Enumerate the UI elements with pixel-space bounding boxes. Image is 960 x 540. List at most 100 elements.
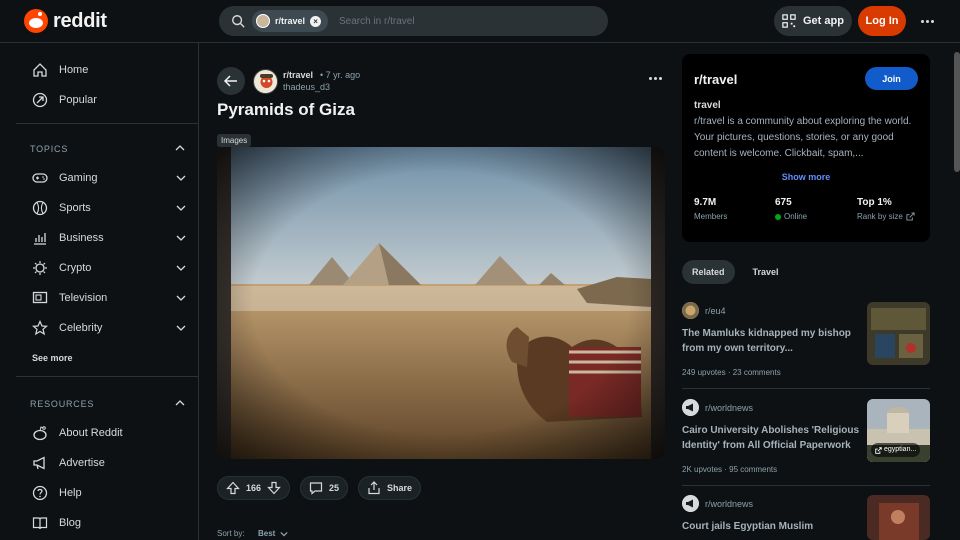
sidebar-item-blog[interactable]: Blog bbox=[32, 509, 192, 537]
rank-label: Rank by size bbox=[857, 212, 903, 221]
sidebar-item-popular[interactable]: Popular bbox=[32, 86, 192, 114]
sidebar-item-gaming[interactable]: Gaming bbox=[32, 164, 192, 192]
top-bar: reddit r/travel × Search in r/travel Get… bbox=[0, 0, 960, 43]
related-post[interactable]: r/worldnews Court jails Egyptian Muslim bbox=[682, 495, 930, 540]
chevron-down-icon[interactable] bbox=[176, 173, 186, 183]
see-more-link[interactable]: See more bbox=[32, 353, 73, 363]
show-more-button[interactable]: Show more bbox=[682, 172, 930, 182]
post-time: • 7 yr. ago bbox=[320, 70, 361, 80]
comment-count: 25 bbox=[329, 483, 340, 493]
chevron-down-icon[interactable] bbox=[176, 203, 186, 213]
get-app-button[interactable]: Get app bbox=[774, 6, 852, 36]
related-meta: 249 upvotes · 23 comments bbox=[682, 368, 781, 377]
resources-heading: RESOURCES bbox=[30, 399, 95, 409]
home-icon bbox=[33, 63, 47, 77]
sidebar-item-crypto[interactable]: Crypto bbox=[32, 254, 192, 282]
megaphone-icon bbox=[33, 456, 45, 470]
search-scope-chip[interactable]: r/travel × bbox=[252, 10, 329, 32]
subreddit-link[interactable]: r/travel bbox=[283, 70, 313, 80]
sidebar-item-business[interactable]: Business bbox=[32, 224, 192, 252]
chevron-down-icon[interactable] bbox=[176, 263, 186, 273]
search-bar[interactable]: r/travel × Search in r/travel bbox=[219, 6, 608, 36]
comments-button[interactable]: 25 bbox=[300, 476, 349, 500]
subreddit-avatar[interactable] bbox=[253, 69, 278, 94]
related-subreddit[interactable]: r/worldnews bbox=[705, 403, 753, 413]
related-subreddit[interactable]: r/worldnews bbox=[705, 499, 753, 509]
post-author[interactable]: thadeus_d3 bbox=[283, 82, 330, 92]
members-stat: 9.7M Members bbox=[694, 197, 727, 221]
post-flair[interactable]: Images bbox=[217, 134, 252, 147]
post-image[interactable] bbox=[217, 147, 665, 459]
search-chip-label: r/travel bbox=[275, 16, 306, 26]
related-post[interactable]: r/eu4 The Mamluks kidnapped my bishop fr… bbox=[682, 302, 930, 388]
online-dot-icon bbox=[775, 213, 781, 220]
rank-stat[interactable]: Top 1% Rank by size bbox=[857, 197, 915, 221]
sidebar-item-celebrity[interactable]: Celebrity bbox=[32, 314, 192, 342]
tab-related[interactable]: Related bbox=[682, 260, 735, 284]
related-post[interactable]: r/worldnews Cairo University Abolishes '… bbox=[682, 399, 930, 483]
related-divider bbox=[682, 388, 930, 389]
reddit-icon bbox=[33, 426, 47, 441]
scrollbar[interactable] bbox=[954, 52, 960, 172]
share-icon bbox=[368, 481, 380, 495]
login-button[interactable]: Log In bbox=[858, 6, 906, 36]
related-divider bbox=[682, 485, 930, 486]
sidebar-item-label: Gaming bbox=[59, 172, 98, 184]
downvote-icon[interactable] bbox=[267, 481, 281, 495]
related-subreddit[interactable]: r/eu4 bbox=[705, 306, 726, 316]
sidebar-item-label: Help bbox=[59, 487, 82, 499]
share-button[interactable]: Share bbox=[358, 476, 422, 500]
online-stat: 675 Online bbox=[775, 197, 807, 221]
related-thumbnail[interactable] bbox=[867, 495, 930, 540]
external-link-icon bbox=[875, 446, 882, 454]
chevron-down-icon[interactable] bbox=[176, 323, 186, 333]
sidebar-item-television[interactable]: Television bbox=[32, 284, 192, 312]
star-icon bbox=[32, 320, 48, 336]
sidebar-item-help[interactable]: Help bbox=[32, 479, 192, 507]
members-value: 9.7M bbox=[694, 197, 717, 208]
chevron-down-icon[interactable] bbox=[176, 233, 186, 243]
related-title[interactable]: Cairo University Abolishes 'Religious Id… bbox=[682, 423, 860, 453]
sidebar-item-advertise[interactable]: Advertise bbox=[32, 449, 192, 477]
join-button[interactable]: Join bbox=[865, 67, 918, 90]
chevron-down-icon[interactable] bbox=[280, 530, 288, 538]
game-screenshot-image bbox=[867, 302, 930, 365]
upvote-icon[interactable] bbox=[226, 481, 240, 495]
sidebar-item-label: Sports bbox=[59, 202, 91, 214]
related-title[interactable]: The Mamluks kidnapped my bishop from my … bbox=[682, 326, 860, 356]
sort-dropdown[interactable]: Best bbox=[258, 529, 275, 538]
help-icon bbox=[32, 485, 48, 501]
related-thumbnail[interactable]: egyptian... bbox=[867, 399, 930, 462]
sidebar-divider bbox=[16, 123, 199, 124]
community-name[interactable]: r/travel bbox=[694, 72, 737, 87]
get-app-label: Get app bbox=[803, 15, 844, 27]
sidebar-item-about-reddit[interactable]: About Reddit bbox=[32, 419, 192, 447]
sports-ball-icon bbox=[32, 200, 48, 216]
sidebar-item-label: Advertise bbox=[59, 457, 105, 469]
related-thumbnail[interactable] bbox=[867, 302, 930, 365]
link-badge: egyptian... bbox=[871, 443, 921, 457]
post-options-icon[interactable] bbox=[649, 77, 662, 80]
sidebar-item-home[interactable]: Home bbox=[32, 56, 192, 84]
search-icon bbox=[232, 15, 245, 28]
tab-travel[interactable]: Travel bbox=[743, 260, 789, 284]
reddit-logo[interactable]: reddit bbox=[24, 9, 107, 33]
chevron-down-icon[interactable] bbox=[176, 293, 186, 303]
tv-icon bbox=[32, 291, 48, 304]
more-options-icon[interactable] bbox=[917, 14, 937, 28]
sidebar-item-label: About Reddit bbox=[59, 427, 123, 439]
logo-text: reddit bbox=[53, 9, 107, 32]
book-icon bbox=[32, 517, 48, 530]
chevron-up-icon[interactable] bbox=[175, 398, 185, 408]
back-button[interactable] bbox=[217, 67, 245, 95]
search-input[interactable]: Search in r/travel bbox=[339, 16, 415, 27]
online-value: 675 bbox=[775, 197, 792, 208]
chevron-up-icon[interactable] bbox=[175, 143, 185, 153]
share-label: Share bbox=[387, 483, 413, 493]
close-icon[interactable]: × bbox=[310, 15, 322, 27]
sidebar-item-sports[interactable]: Sports bbox=[32, 194, 192, 222]
related-title[interactable]: Court jails Egyptian Muslim bbox=[682, 519, 860, 534]
megaphone-icon bbox=[682, 495, 699, 512]
comment-icon bbox=[309, 482, 323, 495]
post-title: Pyramids of Giza bbox=[217, 100, 355, 119]
